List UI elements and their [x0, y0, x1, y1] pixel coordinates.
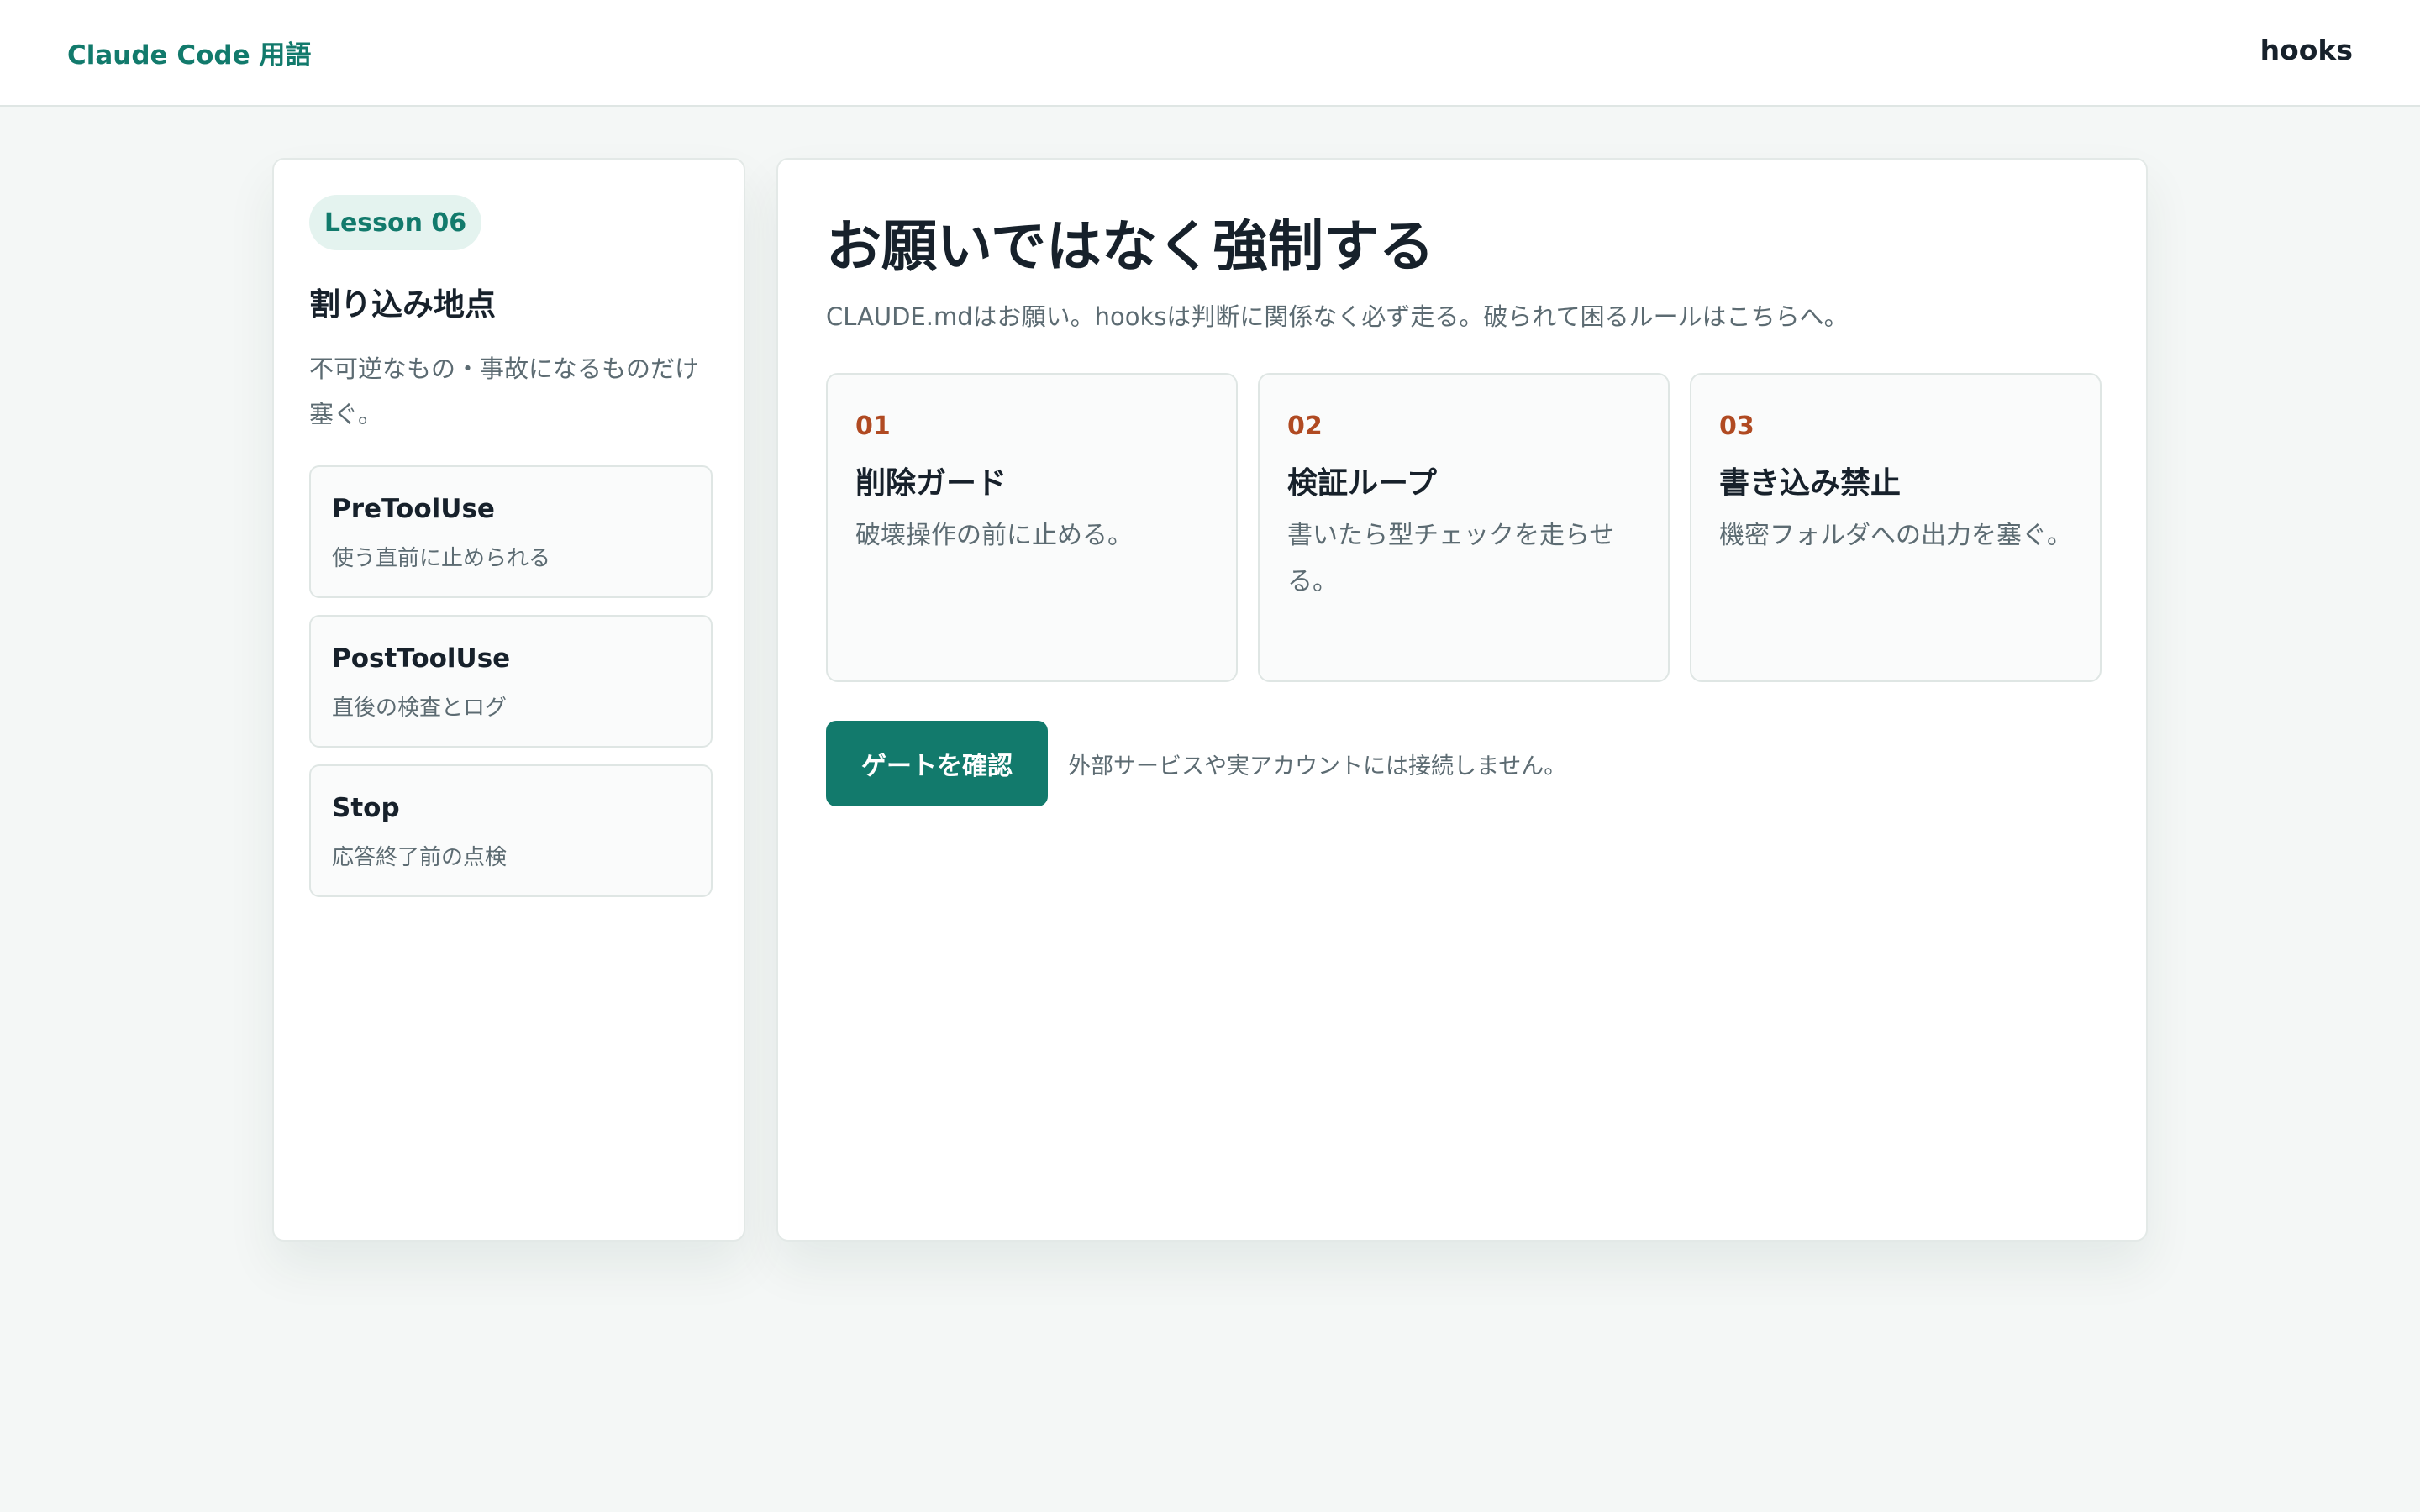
- event-name: PreToolUse: [332, 494, 495, 524]
- step-number: 03: [1719, 412, 1754, 441]
- step-card-delete-guard: 01 削除ガード 破壊操作の前に止める。: [826, 373, 1238, 682]
- sidebar-description: 不可逆なもの・事故になるものだけ塞ぐ。: [309, 354, 700, 428]
- check-gate-button[interactable]: ゲートを確認: [826, 721, 1048, 806]
- step-title: 検証ループ: [1287, 466, 1437, 501]
- step-title: 書き込み禁止: [1719, 466, 1902, 501]
- gate-note: 外部サービスや実アカウントには接続しません。: [1068, 753, 1567, 780]
- lesson-badge: Lesson 06: [309, 195, 481, 250]
- lesson-sidebar: Lesson 06 割り込み地点 不可逆なもの・事故になるものだけ塞ぐ。 Pre…: [272, 158, 745, 1242]
- event-name: Stop: [332, 793, 400, 823]
- event-card-posttooluse[interactable]: PostToolUse 直後の検査とログ: [309, 615, 713, 748]
- step-number: 02: [1287, 412, 1323, 441]
- step-title: 削除ガード: [855, 466, 1007, 501]
- page-title: お願いではなく強制する: [826, 214, 1435, 279]
- page-description: CLAUDE.mdはお願い。hooksは判断に関係なく必ず走る。破られて困るルー…: [826, 302, 1849, 331]
- event-card-stop[interactable]: Stop 応答終了前の点検: [309, 764, 713, 897]
- event-description: 使う直前に止められる: [332, 546, 551, 571]
- step-description: 書いたら型チェックを走らせる。: [1287, 521, 1615, 596]
- step-description: 破壊操作の前に止める。: [855, 521, 1133, 550]
- main-panel: お願いではなく強制する CLAUDE.mdはお願い。hooksは判断に関係なく必…: [776, 158, 2148, 1242]
- sidebar-title: 割り込み地点: [309, 286, 496, 323]
- topic-label: hooks: [2260, 34, 2353, 66]
- step-card-write-block: 03 書き込み禁止 機密フォルダへの出力を塞ぐ。: [1690, 373, 2102, 682]
- top-bar: Claude Code 用語 hooks: [0, 0, 2420, 107]
- event-name: PostToolUse: [332, 643, 511, 674]
- step-card-verify-loop: 02 検証ループ 書いたら型チェックを走らせる。: [1258, 373, 1670, 682]
- event-description: 応答終了前の点検: [332, 845, 508, 870]
- event-description: 直後の検査とログ: [332, 696, 508, 721]
- brand-title[interactable]: Claude Code 用語: [67, 34, 311, 71]
- step-number: 01: [855, 412, 891, 441]
- step-description: 機密フォルダへの出力を塞ぐ。: [1719, 521, 2072, 550]
- event-card-pretooluse[interactable]: PreToolUse 使う直前に止められる: [309, 465, 713, 598]
